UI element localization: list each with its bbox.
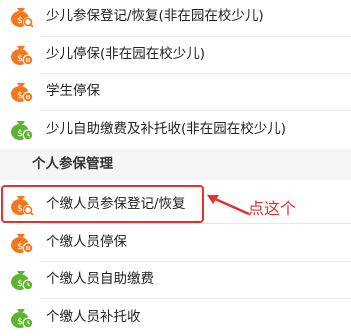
svg-text:$: $ xyxy=(17,91,23,101)
svg-text:$: $ xyxy=(17,16,23,26)
moneybag-pause-icon: $ xyxy=(11,46,34,66)
menu-item-individual-stop[interactable]: $ 个缴人员停保 xyxy=(0,224,351,261)
menu-item-label: 个缴人员自助缴费 xyxy=(46,271,154,287)
section-title: 个人参保管理 xyxy=(32,156,113,172)
menu-item-student-stop[interactable]: $ 学生停保 xyxy=(0,73,351,110)
section-header: 个人参保管理 xyxy=(0,149,351,180)
moneybag-pause-icon: $ xyxy=(11,234,34,254)
menu-item-label: 少儿参保登记/恢复(非在园在校少儿) xyxy=(46,8,264,24)
menu-item-individual-collection[interactable]: $ 个缴人员补托收 xyxy=(0,299,351,336)
menu-item-label: 学生停保 xyxy=(46,83,100,99)
menu-item-label: 少儿自助缴费及补托收(非在园在校少儿) xyxy=(46,121,287,137)
menu-item-child-enroll[interactable]: $ 少儿参保登记/恢复(非在园在校少儿) xyxy=(0,0,351,35)
callout-text: 点这个 xyxy=(248,199,297,218)
menu-item-label: 个缴人员补托收 xyxy=(46,309,141,325)
moneybag-pause-icon: $ xyxy=(11,83,34,103)
menu-item-child-stop[interactable]: $ 少儿停保(非在园在校少儿) xyxy=(0,36,351,73)
menu-item-label: 少儿停保(非在园在校少儿) xyxy=(46,46,206,62)
menu-item-label: 个缴人员停保 xyxy=(46,234,127,250)
svg-text:$: $ xyxy=(17,279,23,289)
highlight-box xyxy=(1,185,204,223)
svg-text:$: $ xyxy=(17,54,23,64)
svg-text:$: $ xyxy=(17,317,23,327)
moneybag-clock-icon: $ xyxy=(11,121,34,141)
moneybag-clock-icon: $ xyxy=(11,309,34,329)
moneybag-clock-icon: $ xyxy=(11,271,34,291)
svg-text:$: $ xyxy=(17,129,23,139)
menu-item-individual-selfpay[interactable]: $ 个缴人员自助缴费 xyxy=(0,261,351,298)
svg-text:$: $ xyxy=(17,242,23,252)
menu-item-child-selfpay[interactable]: $ 少儿自助缴费及补托收(非在园在校少儿) xyxy=(0,111,351,148)
moneybag-search-icon: $ xyxy=(11,8,34,28)
